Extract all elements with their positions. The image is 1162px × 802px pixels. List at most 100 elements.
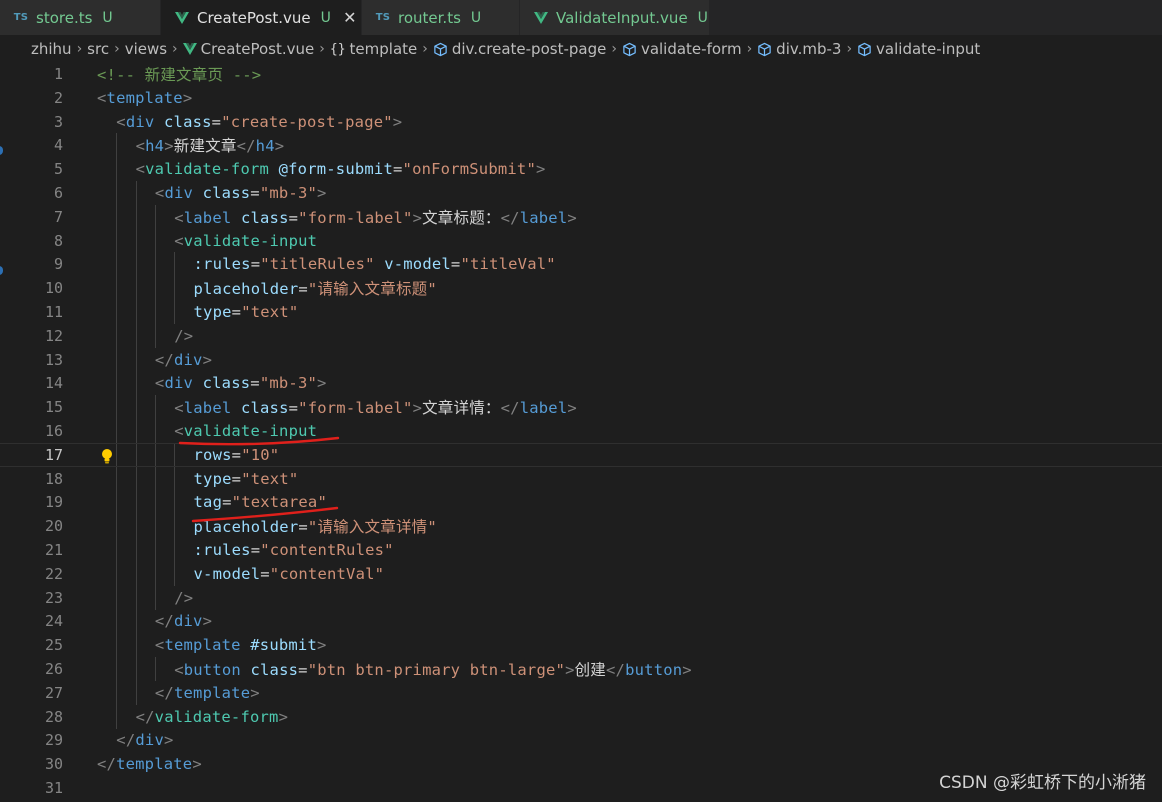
code-token: = <box>250 184 260 202</box>
close-icon[interactable]: ✕ <box>341 8 359 27</box>
code-token: "请输入文章详情" <box>307 518 437 537</box>
code-token: < <box>116 112 126 131</box>
breadcrumb-label: template <box>349 40 418 58</box>
code-line[interactable]: 19 tag="textarea" <box>0 490 1162 515</box>
indent-guide <box>135 561 137 586</box>
breadcrumb-item[interactable]: {} template <box>330 40 417 58</box>
indent-guide <box>174 300 176 324</box>
indent-guide <box>135 371 137 396</box>
code-line[interactable]: 2 <template> <box>0 86 1162 110</box>
code-line[interactable]: 13 </div> <box>0 347 1162 372</box>
code-line[interactable]: 14 <div class="mb-3"> <box>0 371 1162 396</box>
code-token: 文章标题： <box>422 208 501 227</box>
indent-guide <box>135 443 137 466</box>
indent-guide <box>154 466 156 491</box>
indent-guide <box>174 538 176 562</box>
breadcrumb-item[interactable]: validate-input <box>857 40 980 58</box>
code-line[interactable]: 4 <h4>新建文章</h4> <box>0 133 1162 158</box>
code-token: = <box>231 469 242 488</box>
code-token: < <box>154 184 165 202</box>
code-editor[interactable]: 1 <!-- 新建文章页 --> 2 <template> 3 <div class="c… <box>0 62 1162 802</box>
code-token: </ <box>154 350 174 369</box>
code-token: </ <box>135 707 155 726</box>
code-line[interactable]: 28 </validate-form> <box>0 704 1162 729</box>
code-line[interactable]: 22 v-model="contentVal" <box>0 561 1162 586</box>
cube-icon <box>758 42 771 56</box>
code-line[interactable]: 9:rules="titleRules" v-model="titleVal" <box>0 252 1162 277</box>
code-line[interactable]: 27 </template> <box>0 680 1162 705</box>
indent-guide <box>116 157 118 182</box>
indent-guide <box>116 633 118 658</box>
code-line[interactable]: 17 rows="10" <box>0 442 1162 467</box>
line-number: 31 <box>44 779 63 797</box>
cube-icon <box>623 42 636 56</box>
indent-guide <box>135 609 137 634</box>
code-line[interactable]: 16 <validate-input <box>0 419 1162 443</box>
code-line[interactable]: 11 type="text" <box>0 300 1162 324</box>
tab-createpost-vue[interactable]: CreatePost.vue U ✕ <box>161 0 362 35</box>
code-line[interactable]: 5 <validate-form @form-submit="onFormSubm… <box>0 157 1162 182</box>
indent-guide <box>174 276 176 301</box>
line-number: 10 <box>44 279 63 298</box>
indent-guide <box>116 395 118 420</box>
line-number: 22 <box>44 564 63 583</box>
indent-guide <box>116 561 118 586</box>
indent-guide <box>135 300 137 324</box>
tab-router-ts[interactable]: TS router.ts U <box>362 0 520 35</box>
code-line[interactable]: 7 <label class="form-label">文章标题：</label> <box>0 204 1162 229</box>
code-token: button <box>625 661 683 679</box>
code-line[interactable]: 26 <button class="btn btn-primary btn-lar… <box>0 657 1162 681</box>
code-token: div <box>173 612 203 631</box>
line-number: 5 <box>53 160 63 179</box>
untracked-status-badge: U <box>470 9 482 26</box>
code-token: validate-form <box>154 707 279 726</box>
breadcrumb-item[interactable]: div.mb-3 <box>757 40 841 58</box>
code-line[interactable]: 10 placeholder="请输入文章标题" <box>0 276 1162 301</box>
line-number: 28 <box>44 707 63 726</box>
code-token: template <box>173 683 251 702</box>
lightbulb-icon[interactable] <box>98 447 116 465</box>
line-number: 4 <box>53 136 63 155</box>
code-line[interactable]: 20 placeholder="请输入文章详情" <box>0 514 1162 539</box>
code-token: </ <box>500 208 520 227</box>
code-text: /> <box>174 589 193 607</box>
code-line[interactable]: 29 </div> <box>0 728 1162 752</box>
code-line[interactable]: 18 type="text" <box>0 466 1162 491</box>
code-token: = <box>250 374 260 393</box>
code-text: /> <box>174 327 193 345</box>
indent-guide <box>154 323 156 348</box>
vue-logo-icon <box>175 11 189 24</box>
chevron-right-icon: › <box>114 41 120 57</box>
breadcrumb-item[interactable]: zhihu <box>31 40 72 58</box>
code-token: "create-post-page" <box>221 112 393 131</box>
code-line[interactable]: 23 /> <box>0 585 1162 610</box>
indent-guide <box>154 514 156 539</box>
breadcrumb-item[interactable]: validate-form <box>622 40 742 58</box>
code-line[interactable]: 21:rules="contentRules" <box>0 538 1162 562</box>
code-line[interactable]: 3 <div class="create-post-page"> <box>0 110 1162 134</box>
breadcrumb-item[interactable]: src <box>87 40 109 58</box>
code-line[interactable]: 24 </div> <box>0 609 1162 634</box>
breadcrumb-item[interactable]: CreatePost.vue <box>182 40 314 58</box>
chevron-right-icon: › <box>746 41 753 57</box>
line-number: 6 <box>53 184 63 202</box>
code-line[interactable]: 1 <!-- 新建文章页 --> <box>0 62 1162 86</box>
line-number: 23 <box>44 588 63 607</box>
code-text: type="text" <box>194 470 299 488</box>
code-line[interactable]: 15 <label class="form-label">文章详情：</label… <box>0 395 1162 420</box>
breadcrumb-item[interactable]: views <box>125 40 167 58</box>
code-token: = <box>393 160 403 179</box>
breadcrumb-item[interactable]: div.create-post-page <box>433 40 606 58</box>
tab-store-ts[interactable]: TS store.ts U <box>0 0 161 35</box>
indent-guide <box>154 204 156 229</box>
code-line[interactable]: 6 <div class="mb-3"> <box>0 181 1162 205</box>
code-line[interactable]: 25 <template #submit> <box>0 633 1162 658</box>
csdn-watermark: CSDN @彩虹桥下的小淅猪 <box>939 773 1146 793</box>
tab-validateinput-vue[interactable]: ValidateInput.vue U <box>520 0 710 35</box>
code-token: > <box>412 208 423 227</box>
code-line[interactable]: 8 <validate-input <box>0 228 1162 253</box>
code-line[interactable]: 12 /> <box>0 323 1162 348</box>
